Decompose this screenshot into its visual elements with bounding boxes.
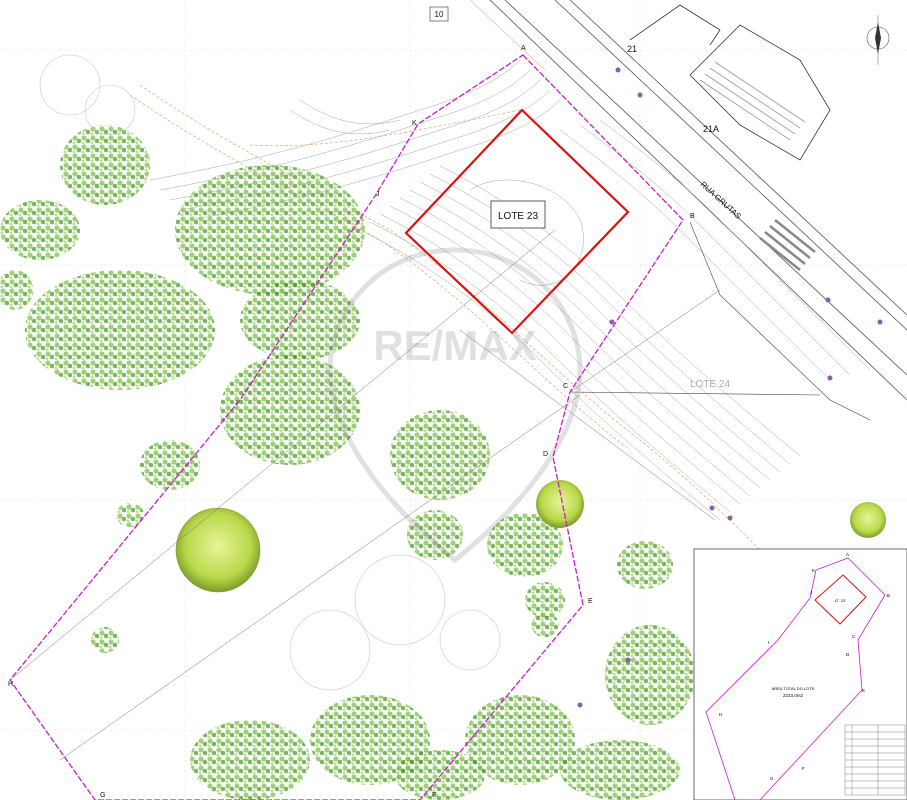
inset-vertex-e: E [862, 688, 865, 693]
lote-24-label: LOTE 24 [690, 379, 730, 390]
vertex-g: G [100, 792, 105, 799]
buildings [629, 4, 831, 161]
inset-vertex-i: I [768, 640, 769, 645]
vertex-h: H [8, 681, 13, 688]
topographic-plan: A B C D E F G H I J K LOTE 23 LOTE 24 RU… [0, 0, 907, 800]
inset-vertex-a: A [846, 552, 849, 557]
vertex-j: J [376, 191, 380, 198]
vertex-f: F [432, 792, 436, 799]
inset-frame [693, 548, 907, 800]
inset-vertex-h: H [719, 712, 722, 717]
vertex-b: B [690, 213, 695, 220]
inset-map: LT. 23 ÁREA TOTAL DO LOTE 2233,0m2 A B C… [693, 548, 907, 800]
vertex-c: C [563, 383, 568, 390]
inset-vertex-b: B [887, 593, 890, 598]
inset-area-label: ÁREA TOTAL DO LOTE [772, 686, 815, 691]
building-number-10: 10 [435, 10, 444, 19]
vertex-e: E [588, 598, 593, 605]
inset-plot-label: LT. 23 [835, 598, 846, 603]
inset-vertex-k: K [812, 568, 815, 573]
inset-vertex-j: J [810, 590, 812, 595]
building-number-21: 21 [627, 44, 637, 54]
street-label: RUA GRUTAS [699, 180, 743, 221]
vertex-d: D [543, 451, 548, 458]
vertex-a: A [521, 45, 526, 52]
inset-vertex-f: F [802, 766, 805, 771]
vertex-k: K [412, 120, 417, 127]
lote-23-label: LOTE 23 [498, 211, 538, 222]
inset-area-value: 2233,0m2 [783, 693, 804, 698]
inset-vertex-g: G [770, 776, 774, 781]
crosswalk [759, 219, 816, 271]
watermark-text: RE/MAX [373, 322, 536, 369]
vegetation [0, 125, 695, 800]
building-number-21a: 21A [703, 124, 719, 134]
vertex-i: I [236, 400, 238, 407]
north-arrow-icon [866, 15, 890, 65]
